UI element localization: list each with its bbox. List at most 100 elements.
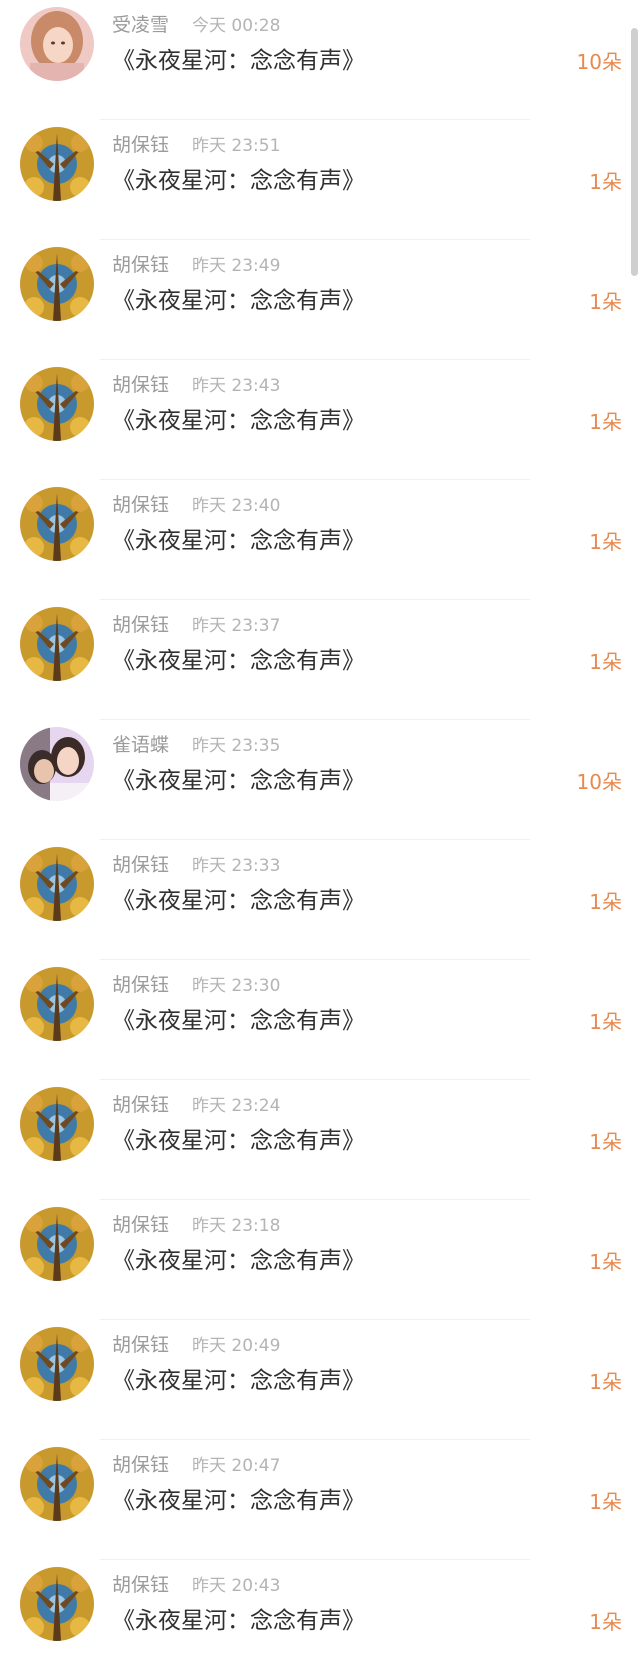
flower-count: 1朵 <box>589 410 622 434</box>
item-title: 《永夜星河：念念有声》 <box>112 408 365 434</box>
avatar[interactable] <box>20 1327 94 1401</box>
avatar[interactable] <box>20 607 94 681</box>
user-name: 胡保钰 <box>112 374 170 396</box>
item-title: 《永夜星河：念念有声》 <box>112 1488 365 1514</box>
avatar[interactable] <box>20 7 94 81</box>
avatar[interactable] <box>20 727 94 801</box>
forest-photo-avatar-image <box>20 487 94 561</box>
avatar[interactable] <box>20 847 94 921</box>
user-name: 雀语蝶 <box>112 734 170 756</box>
timestamp: 昨天 23:30 <box>192 976 281 996</box>
list-item[interactable]: 胡保钰 昨天 20:43 《永夜星河：念念有声》 1朵 <box>0 1560 640 1680</box>
timestamp: 昨天 23:18 <box>192 1216 281 1236</box>
flower-count: 10朵 <box>576 50 622 74</box>
item-title: 《永夜星河：念念有声》 <box>112 1368 365 1394</box>
timestamp: 昨天 23:49 <box>192 256 281 276</box>
flower-count: 1朵 <box>589 170 622 194</box>
list-item[interactable]: 胡保钰 昨天 23:40 《永夜星河：念念有声》 1朵 <box>0 480 640 600</box>
forest-photo-avatar-image <box>20 1327 94 1401</box>
list-item[interactable]: 胡保钰 昨天 23:24 《永夜星河：念念有声》 1朵 <box>0 1080 640 1200</box>
forest-photo-avatar-image <box>20 607 94 681</box>
girl-photo-avatar-image <box>20 7 94 81</box>
timestamp: 今天 00:28 <box>192 16 281 36</box>
user-name: 受凌雪 <box>112 14 170 36</box>
forest-photo-avatar-image <box>20 847 94 921</box>
avatar[interactable] <box>20 487 94 561</box>
forest-photo-avatar-image <box>20 127 94 201</box>
forest-photo-avatar-image <box>20 367 94 441</box>
list-item[interactable]: 雀语蝶 昨天 23:35 《永夜星河：念念有声》 10朵 <box>0 720 640 840</box>
user-name: 胡保钰 <box>112 614 170 636</box>
timestamp: 昨天 20:49 <box>192 1336 281 1356</box>
item-title: 《永夜星河：念念有声》 <box>112 288 365 314</box>
flower-count: 1朵 <box>589 1010 622 1034</box>
item-title: 《永夜星河：念念有声》 <box>112 168 365 194</box>
flower-count: 10朵 <box>576 770 622 794</box>
avatar[interactable] <box>20 967 94 1041</box>
forest-photo-avatar-image <box>20 1087 94 1161</box>
item-title: 《永夜星河：念念有声》 <box>112 1128 365 1154</box>
flower-count: 1朵 <box>589 290 622 314</box>
gift-record-list: 受凌雪 今天 00:28 《永夜星河：念念有声》 10朵 胡保钰 昨天 23:5… <box>0 0 640 1680</box>
timestamp: 昨天 23:43 <box>192 376 281 396</box>
list-item[interactable]: 受凌雪 今天 00:28 《永夜星河：念念有声》 10朵 <box>0 0 640 120</box>
list-item[interactable]: 胡保钰 昨天 23:37 《永夜星河：念念有声》 1朵 <box>0 600 640 720</box>
forest-photo-avatar-image <box>20 1447 94 1521</box>
avatar[interactable] <box>20 1087 94 1161</box>
item-title: 《永夜星河：念念有声》 <box>112 1248 365 1274</box>
user-name: 胡保钰 <box>112 134 170 156</box>
flower-count: 1朵 <box>589 1490 622 1514</box>
list-item[interactable]: 胡保钰 昨天 23:51 《永夜星河：念念有声》 1朵 <box>0 120 640 240</box>
avatar[interactable] <box>20 1447 94 1521</box>
item-title: 《永夜星河：念念有声》 <box>112 1008 365 1034</box>
flower-count: 1朵 <box>589 1130 622 1154</box>
user-name: 胡保钰 <box>112 1334 170 1356</box>
timestamp: 昨天 23:33 <box>192 856 281 876</box>
list-item[interactable]: 胡保钰 昨天 20:49 《永夜星河：念念有声》 1朵 <box>0 1320 640 1440</box>
list-item[interactable]: 胡保钰 昨天 23:49 《永夜星河：念念有声》 1朵 <box>0 240 640 360</box>
flower-count: 1朵 <box>589 1370 622 1394</box>
user-name: 胡保钰 <box>112 1574 170 1596</box>
forest-photo-avatar-image <box>20 967 94 1041</box>
item-title: 《永夜星河：念念有声》 <box>112 888 365 914</box>
scrollbar[interactable] <box>631 28 638 276</box>
list-item[interactable]: 胡保钰 昨天 23:30 《永夜星河：念念有声》 1朵 <box>0 960 640 1080</box>
timestamp: 昨天 20:43 <box>192 1576 281 1596</box>
timestamp: 昨天 20:47 <box>192 1456 281 1476</box>
user-name: 胡保钰 <box>112 974 170 996</box>
list-item[interactable]: 胡保钰 昨天 23:33 《永夜星河：念念有声》 1朵 <box>0 840 640 960</box>
flower-count: 1朵 <box>589 530 622 554</box>
list-item[interactable]: 胡保钰 昨天 23:18 《永夜星河：念念有声》 1朵 <box>0 1200 640 1320</box>
avatar[interactable] <box>20 127 94 201</box>
timestamp: 昨天 23:35 <box>192 736 281 756</box>
flower-count: 1朵 <box>589 650 622 674</box>
avatar[interactable] <box>20 1567 94 1641</box>
list-item[interactable]: 胡保钰 昨天 20:47 《永夜星河：念念有声》 1朵 <box>0 1440 640 1560</box>
user-name: 胡保钰 <box>112 1454 170 1476</box>
avatar[interactable] <box>20 1207 94 1281</box>
user-name: 胡保钰 <box>112 1094 170 1116</box>
item-title: 《永夜星河：念念有声》 <box>112 768 365 794</box>
flower-count: 1朵 <box>589 890 622 914</box>
item-title: 《永夜星河：念念有声》 <box>112 1608 365 1634</box>
flower-count: 1朵 <box>589 1250 622 1274</box>
flower-count: 1朵 <box>589 1610 622 1634</box>
forest-photo-avatar-image <box>20 1567 94 1641</box>
user-name: 胡保钰 <box>112 254 170 276</box>
timestamp: 昨天 23:37 <box>192 616 281 636</box>
user-name: 胡保钰 <box>112 1214 170 1236</box>
forest-photo-avatar-image <box>20 247 94 321</box>
forest-photo-avatar-image <box>20 1207 94 1281</box>
timestamp: 昨天 23:40 <box>192 496 281 516</box>
list-item[interactable]: 胡保钰 昨天 23:43 《永夜星河：念念有声》 1朵 <box>0 360 640 480</box>
timestamp: 昨天 23:51 <box>192 136 281 156</box>
item-title: 《永夜星河：念念有声》 <box>112 648 365 674</box>
user-name: 胡保钰 <box>112 494 170 516</box>
user-name: 胡保钰 <box>112 854 170 876</box>
item-title: 《永夜星河：念念有声》 <box>112 528 365 554</box>
timestamp: 昨天 23:24 <box>192 1096 281 1116</box>
couple-photo-avatar-image <box>20 727 94 801</box>
avatar[interactable] <box>20 367 94 441</box>
item-title: 《永夜星河：念念有声》 <box>112 48 365 74</box>
avatar[interactable] <box>20 247 94 321</box>
